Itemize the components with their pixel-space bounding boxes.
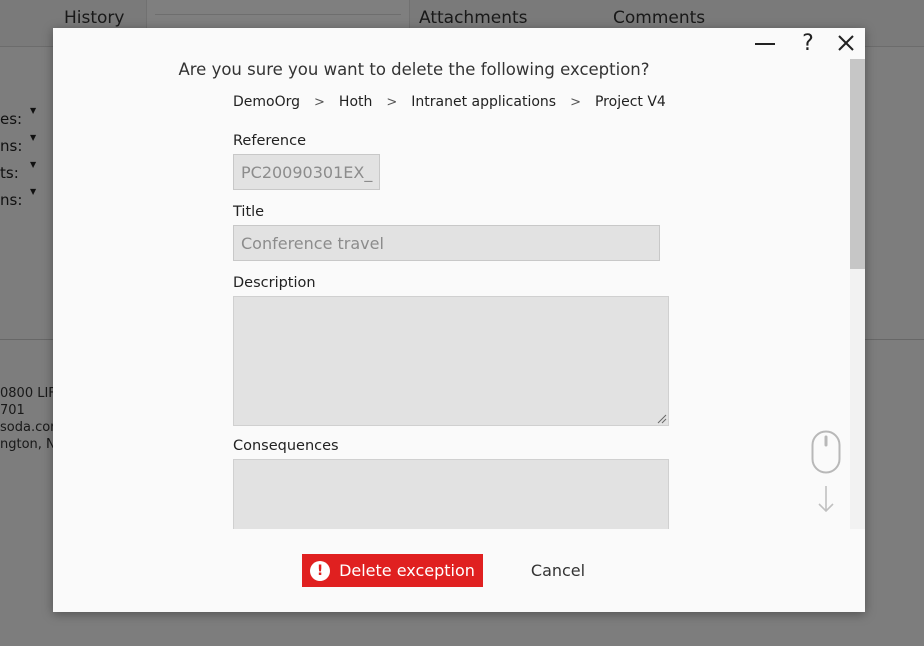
description-label: Description [233, 275, 316, 291]
close-icon [838, 35, 854, 51]
title-label: Title [233, 204, 265, 220]
scrollbar-thumb[interactable] [850, 59, 865, 269]
resize-grip-icon[interactable] [657, 414, 667, 424]
breadcrumb-item-project-v4[interactable]: Project V4 [595, 94, 666, 110]
help-button[interactable]: ? [793, 28, 823, 58]
title-field: Conference travel [233, 225, 660, 261]
breadcrumb-item-intranet-applications[interactable]: Intranet applications [411, 94, 556, 110]
breadcrumb: DemoOrg > Hoth > Intranet applications >… [233, 94, 666, 110]
minimize-icon [755, 43, 775, 45]
reference-field: PC20090301EX_ [233, 154, 380, 190]
breadcrumb-item-hoth[interactable]: Hoth [339, 94, 372, 110]
consequences-textarea[interactable] [233, 459, 669, 529]
cancel-button[interactable]: Cancel [523, 554, 593, 587]
mouse-scroll-icon [811, 430, 841, 474]
dialog-question: Are you sure you want to delete the foll… [178, 60, 650, 79]
breadcrumb-separator-icon: > [314, 94, 325, 110]
description-textarea[interactable] [233, 296, 669, 426]
alert-icon: ! [310, 560, 331, 581]
close-button[interactable] [831, 28, 861, 58]
breadcrumb-item-demoorg[interactable]: DemoOrg [233, 94, 300, 110]
breadcrumb-separator-icon: > [386, 94, 398, 110]
delete-exception-label: Delete exception [339, 561, 475, 580]
arrow-down-icon [818, 486, 834, 513]
delete-exception-dialog: ? Are you sure you want to delete the fo… [53, 28, 865, 612]
minimize-button[interactable] [750, 28, 780, 58]
reference-label: Reference [233, 133, 307, 149]
breadcrumb-separator-icon: > [570, 94, 581, 110]
delete-exception-button[interactable]: ! Delete exception [302, 554, 483, 587]
consequences-label: Consequences [233, 438, 339, 454]
